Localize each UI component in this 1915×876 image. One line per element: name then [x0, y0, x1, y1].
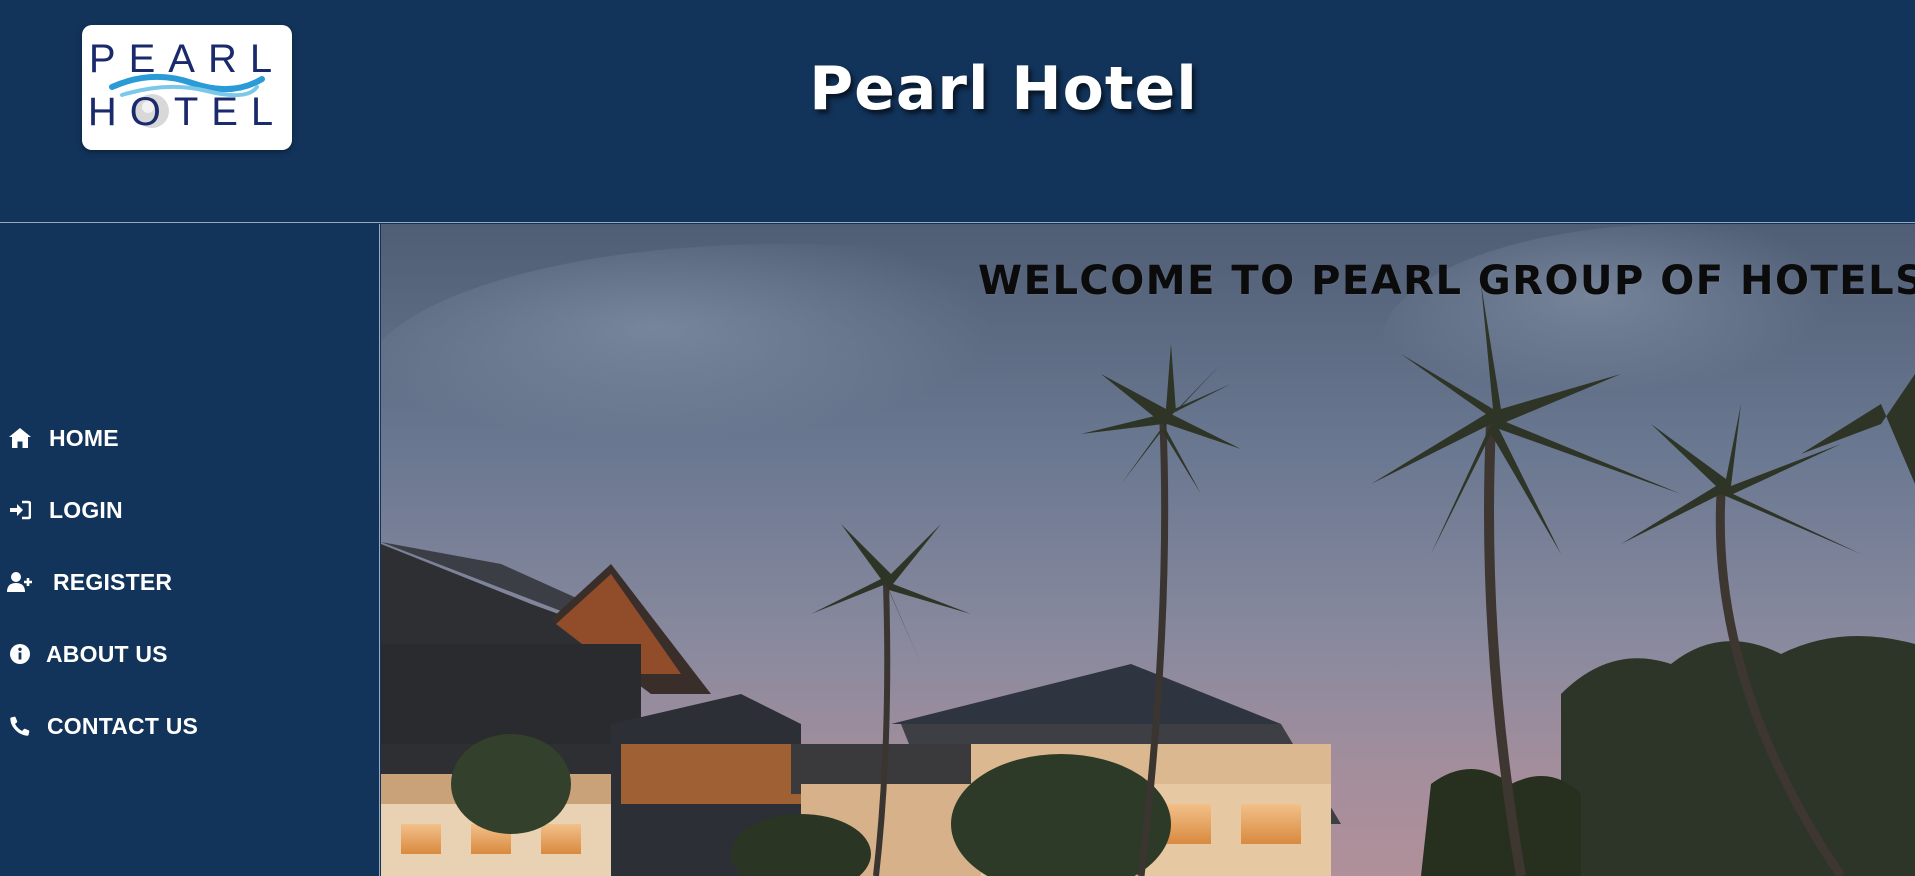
page-title: Pearl Hotel — [809, 54, 1198, 124]
sidebar-item-label: CONTACT US — [47, 712, 199, 739]
sidebar-item-label: LOGIN — [49, 496, 123, 523]
sidebar-item-register[interactable]: REGISTER — [7, 564, 172, 600]
sidebar-item-login[interactable]: LOGIN — [7, 492, 123, 528]
user-plus-icon — [7, 569, 33, 595]
sidebar-item-label: ABOUT US — [46, 640, 168, 667]
sidebar-nav: HOME LOGIN REGISTER ABOUT US CONTACT US — [0, 224, 380, 876]
sidebar-item-home[interactable]: HOME — [7, 420, 119, 456]
info-icon — [7, 641, 33, 667]
sidebar-item-contact[interactable]: CONTACT US — [7, 708, 198, 744]
welcome-heading: WELCOME TO PEARL GROUP OF HOTELS — [978, 258, 1915, 304]
site-header: PEARL HOTEL Pearl Hotel — [0, 0, 1915, 223]
login-icon — [7, 497, 33, 523]
sidebar-item-label: HOME — [49, 424, 119, 451]
home-icon — [7, 425, 33, 451]
sidebar-item-about[interactable]: ABOUT US — [7, 636, 168, 672]
hotel-photo — [381, 224, 1915, 876]
phone-icon — [7, 713, 33, 739]
hero-banner: WELCOME TO PEARL GROUP OF HOTELS — [381, 224, 1915, 876]
sidebar-item-label: REGISTER — [53, 568, 173, 595]
